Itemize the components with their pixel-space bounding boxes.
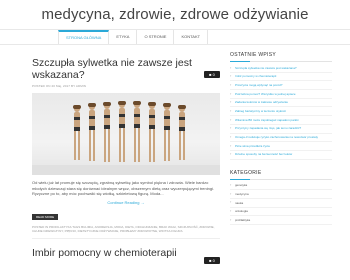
category-link[interactable]: profilaktyka [230,216,332,225]
post-divider [32,237,220,239]
recent-post-link[interactable]: Omega-3 redukuje ryzyko zachorowania na … [230,134,332,143]
category-link[interactable]: onkologia [230,208,332,217]
models-photo [32,101,220,175]
nav-item-contact[interactable]: KONTAKT [174,30,209,44]
recent-post-link[interactable]: Picie wina przedłuża życie [230,142,332,151]
recent-post-link[interactable]: Potrzebna pomoc? Wszystko w jednej aptec… [230,90,332,99]
recent-post-link[interactable]: Przeżycia mogą wpłynąć na poród? [230,81,332,91]
post-title[interactable]: Imbir pomocny w chemioterapii [32,247,220,259]
category-link[interactable]: medycyna [230,190,332,199]
comment-icon: ■ [209,257,212,263]
site-title[interactable]: medycyna, zdrowie, zdrowe odżywianie [0,6,350,23]
post-meta: POSTED ON 20 Maj, 2017 BY ADMIN [32,84,87,88]
recent-post-link[interactable]: Zadania kolorów w zakresie odżywiania [230,99,332,108]
comment-icon: ■ [209,72,212,77]
recent-post-link[interactable]: Zabieg bariatyczny w leczeniu otyłości [230,107,332,117]
categories-title: KATEGORIE [230,170,332,180]
nav-item-home[interactable]: STRONA GŁÓWNA [58,30,110,44]
comment-count: 0 [212,257,215,263]
recent-posts-list: Szczupła sylwetka nie zawsze jest wskaza… [230,64,332,160]
recent-post-link[interactable]: Witamina B6 może zapobiegać napadom pani… [230,116,332,125]
category-link[interactable]: genetyka [230,182,332,191]
post-excerpt: Od wielu już lat promuje się szczupłą, z… [32,180,215,197]
featured-image[interactable] [32,93,220,175]
comment-count-badge[interactable]: ■ 0 [204,256,220,264]
comment-count: 0 [212,72,215,77]
continue-reading-link[interactable]: Continue Reading → [32,200,220,205]
post-tags: POSTED IN PROFILAKTYKA TAGS BULIMIA, ANO… [32,224,215,234]
main-content: Szczupła sylwetka nie zawsze jest wskaza… [32,46,220,264]
sidebar: OSTATNIE WPISY Szczupła sylwetka nie zaw… [230,52,332,225]
comment-count-badge[interactable]: ■ 0 [204,71,220,78]
read-more-button[interactable]: READ MORE [32,213,59,220]
recent-post-link[interactable]: Imbir pomocny w chemioterapii [230,73,332,82]
recent-post-link[interactable]: Szczupła sylwetka nie zawsze jest wskaza… [230,64,332,73]
categories-list: genetyka medycyna nauka onkologia profil… [230,182,332,225]
recent-post-link[interactable]: Dzielne sposoby na bezsenność bez leków [230,151,332,160]
main-navigation: STRONA GŁÓWNA ETYKA O STRONIE KONTAKT [0,29,350,45]
recent-post-link[interactable]: Przyczyny zapadania się rzęs, jak temu z… [230,125,332,134]
post-title[interactable]: Szczupła sylwetka nie zawsze jest wskaza… [32,57,200,81]
recent-posts-title: OSTATNIE WPISY [230,52,332,62]
nav-item-ethics[interactable]: ETYKA [109,30,138,44]
nav-item-about[interactable]: O STRONIE [137,30,175,44]
category-link[interactable]: nauka [230,199,332,208]
